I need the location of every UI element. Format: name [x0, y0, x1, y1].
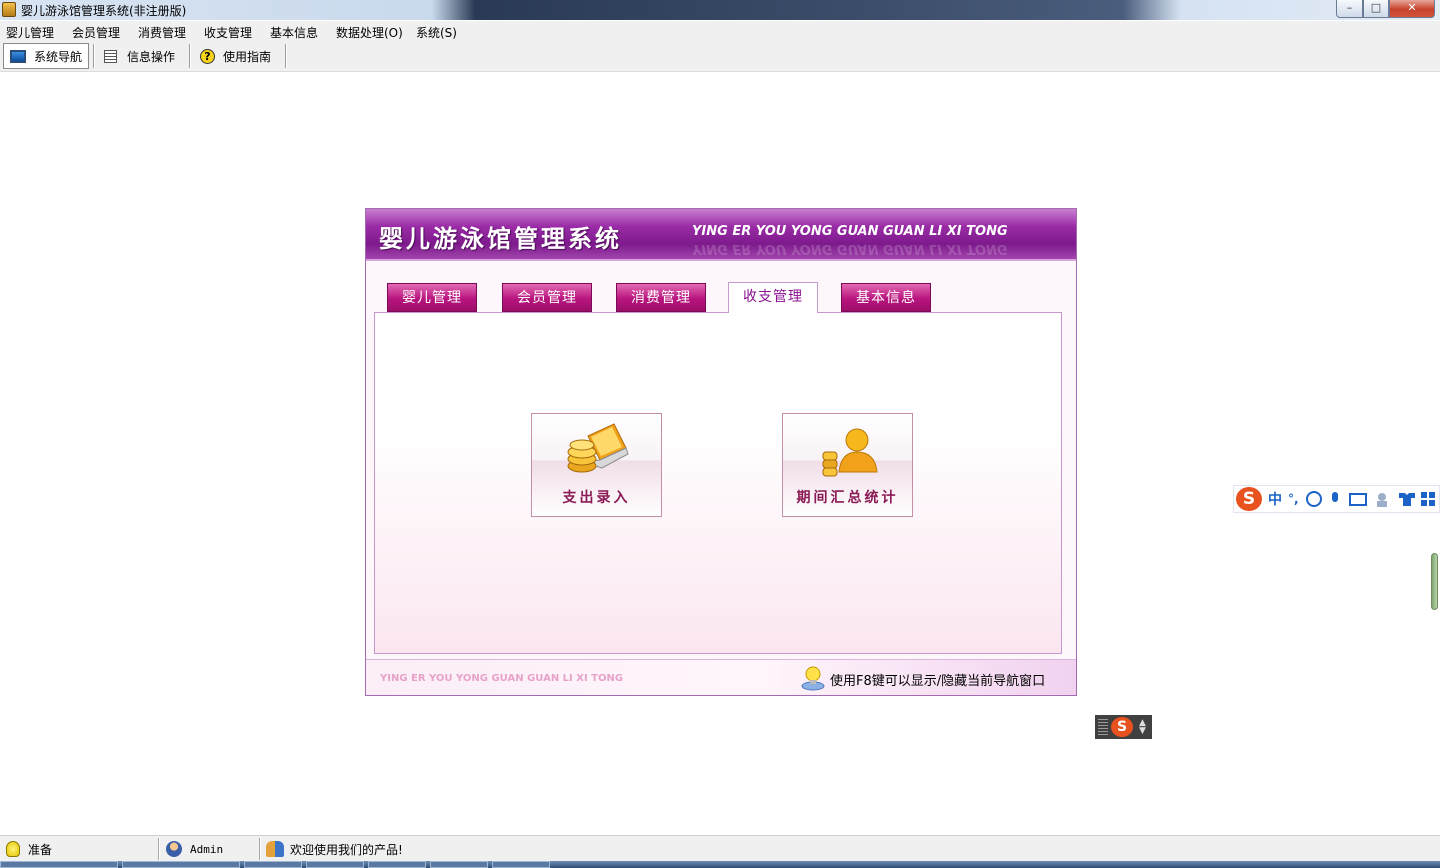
menu-baby[interactable]: 婴儿管理 [6, 24, 54, 41]
user-icon [1377, 493, 1386, 501]
ime-language-toggle[interactable]: 中 [1268, 489, 1282, 509]
menu-bar: 婴儿管理 会员管理 消费管理 收支管理 基本信息 数据处理(O) 系统(S) [0, 21, 1440, 42]
menu-basic-info[interactable]: 基本信息 [270, 24, 318, 41]
app-icon [2, 2, 16, 17]
tab-basic-info[interactable]: 基本信息 [841, 283, 931, 312]
expand-arrow-icon[interactable]: ▲ ▼ [1139, 719, 1146, 736]
period-summary-label: 期间汇总统计 [796, 490, 899, 506]
taskbar-item[interactable] [122, 861, 240, 868]
status-divider [259, 838, 260, 860]
minimize-button[interactable]: – [1336, 0, 1363, 18]
taskbar-item[interactable] [368, 861, 426, 868]
panel-title: 婴儿游泳馆管理系统 [379, 225, 622, 253]
toolbox-icon [1420, 492, 1427, 498]
status-ready: 准备 [6, 840, 52, 858]
user-guide-label: 使用指南 [223, 49, 272, 64]
close-button[interactable]: ✕ [1389, 0, 1435, 18]
drag-handle-icon[interactable] [1098, 719, 1108, 735]
taskbar-item[interactable] [0, 861, 118, 868]
status-user: Admin [166, 840, 223, 858]
bulb-icon [6, 841, 20, 857]
panel-footer: YING ER YOU YONG GUAN GUAN LI XI TONG 使用… [366, 659, 1076, 695]
grid-icon [104, 49, 117, 63]
system-nav-button[interactable]: 系统导航 [3, 43, 89, 69]
status-user-text: Admin [190, 842, 224, 856]
tab-baby[interactable]: 婴儿管理 [387, 283, 477, 312]
taskbar-item[interactable] [492, 861, 550, 868]
maximize-button[interactable]: □ [1363, 0, 1389, 18]
panel-banner: 婴儿游泳馆管理系统 YING ER YOU YONG GUAN GUAN LI … [366, 209, 1076, 261]
menu-consumption[interactable]: 消费管理 [138, 24, 186, 41]
skin-icon [1398, 493, 1415, 506]
window-title: 婴儿游泳馆管理系统(非注册版) [21, 4, 187, 18]
smiley-icon [1305, 491, 1322, 507]
system-nav-label: 系统导航 [33, 49, 82, 64]
ime-tool-icons[interactable] [1305, 490, 1435, 508]
user-icon [166, 841, 182, 857]
status-ready-text: 准备 [28, 842, 53, 857]
info-operation-button[interactable]: 信息操作 [98, 43, 186, 69]
bulb-tip-icon [801, 666, 825, 691]
info-operation-label: 信息操作 [127, 49, 176, 64]
taskbar [0, 861, 1440, 868]
period-summary-button[interactable]: 期间汇总统计 [782, 413, 913, 517]
status-message: 欢迎使用我们的产品! [266, 840, 403, 858]
panel-title-reflection: YING ER YOU YONG GUAN GUAN LI XI TONG [692, 241, 1008, 256]
side-scroll-handle[interactable] [1431, 553, 1438, 610]
menu-finance[interactable]: 收支管理 [204, 24, 252, 41]
toolbar-divider [93, 44, 94, 68]
ime-toolbar[interactable]: S 中 °, [1233, 485, 1440, 513]
tab-consumption[interactable]: 消费管理 [616, 283, 706, 312]
menu-member[interactable]: 会员管理 [72, 24, 120, 41]
panel-title-english: YING ER YOU YONG GUAN GUAN LI XI TONG [692, 224, 1008, 239]
people-icon [266, 841, 284, 857]
user-coins-icon [822, 428, 878, 477]
toolbar-divider [189, 44, 190, 68]
sogou-mini-logo-icon[interactable]: S [1111, 717, 1133, 737]
sogou-logo-icon[interactable]: S [1236, 487, 1262, 511]
menu-data-processing[interactable]: 数据处理(O) [336, 24, 403, 41]
taskbar-item[interactable] [244, 861, 302, 868]
title-bar: 婴儿游泳馆管理系统(非注册版) – □ ✕ [0, 0, 1440, 20]
taskbar-item[interactable] [430, 861, 488, 868]
footer-english-title: YING ER YOU YONG GUAN GUAN LI XI TONG [380, 673, 624, 684]
status-bar: 准备 Admin 欢迎使用我们的产品! [0, 835, 1440, 861]
toolbar: 系统导航 信息操作 ? 使用指南 [0, 42, 1440, 72]
expense-entry-label: 支出录入 [562, 490, 631, 506]
status-message-text: 欢迎使用我们的产品! [290, 842, 403, 857]
expense-entry-button[interactable]: 支出录入 [531, 413, 662, 517]
laptop-coins-icon [567, 423, 629, 473]
tab-member[interactable]: 会员管理 [502, 283, 592, 312]
tab-finance[interactable]: 收支管理 [728, 282, 818, 313]
monitor-icon [10, 49, 26, 63]
microphone-icon [1331, 492, 1338, 502]
ime-punctuation-toggle[interactable]: °, [1288, 492, 1299, 506]
ime-mini-bar[interactable]: S ▲ ▼ [1095, 715, 1152, 739]
taskbar-item[interactable] [306, 861, 364, 868]
user-guide-button[interactable]: ? 使用指南 [194, 43, 282, 69]
tab-content: 支出录入 期间汇总统计 [374, 312, 1062, 654]
menu-system[interactable]: 系统(S) [416, 24, 457, 41]
navigation-panel: 婴儿游泳馆管理系统 YING ER YOU YONG GUAN GUAN LI … [365, 208, 1077, 696]
toolbar-divider [285, 44, 286, 68]
status-divider [158, 838, 159, 860]
help-icon: ? [200, 48, 215, 64]
keyboard-icon [1348, 493, 1367, 506]
footer-tip: 使用F8键可以显示/隐藏当前导航窗口 [830, 674, 1046, 689]
